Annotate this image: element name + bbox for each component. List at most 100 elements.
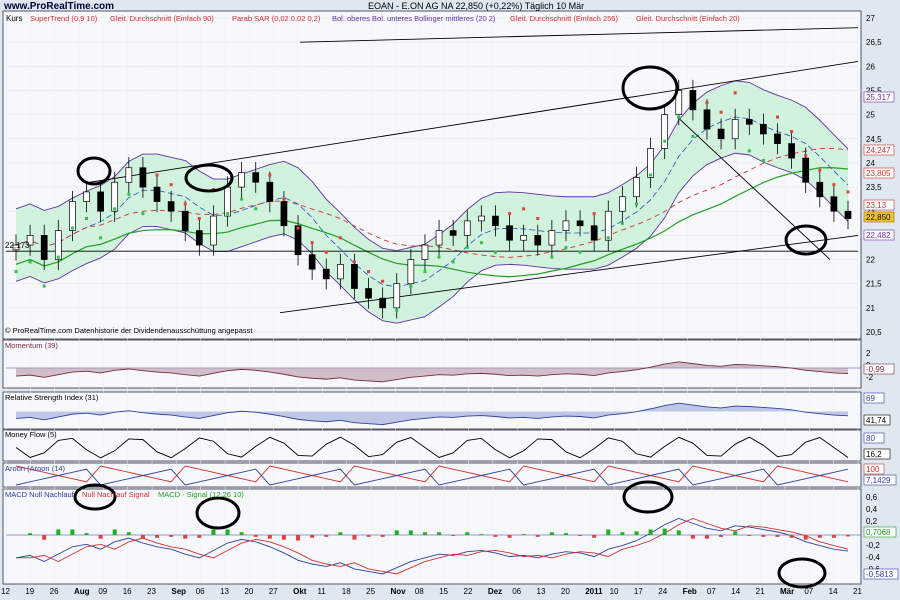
macd-hist-bar xyxy=(493,535,498,537)
macd-hist-bar xyxy=(253,535,258,537)
sar-dot xyxy=(564,245,568,249)
macd-hist-bar xyxy=(352,535,357,540)
macd-hist-bar xyxy=(634,531,639,535)
macd-hist-bar xyxy=(578,535,583,536)
macd-hist-bar xyxy=(719,535,724,537)
brand-label: www.ProRealTime.com xyxy=(3,1,114,12)
time-tick-label: 09 xyxy=(98,587,107,596)
price-tick-label: 27 xyxy=(866,14,875,23)
price-tick-label: 26 xyxy=(866,62,875,71)
sar-dot xyxy=(592,212,596,216)
legend-psar: Parab SAR (0,02 0,02 0,2) xyxy=(232,14,321,23)
candle-body xyxy=(167,201,175,212)
price-tick-label: 21,5 xyxy=(866,280,882,289)
time-tick-label: 06 xyxy=(196,587,205,596)
macd-hist-bar xyxy=(648,529,653,535)
candle-body xyxy=(421,244,429,260)
macd-hist-bar xyxy=(620,532,625,535)
macd-hist-bar xyxy=(338,532,343,535)
sar-dot xyxy=(536,216,540,220)
momentum-label: Momentum (39) xyxy=(5,341,58,350)
sar-dot xyxy=(663,139,667,143)
macd-hist-bar xyxy=(281,535,286,540)
sar-dot xyxy=(479,241,483,245)
time-tick-label: 13 xyxy=(220,587,229,596)
sar-dot xyxy=(324,250,328,254)
mfi-upper-value: 80 xyxy=(866,434,875,443)
copyright-footer: © ProRealTime.com Datenhistorie der Divi… xyxy=(5,326,253,335)
macd-hist-bar xyxy=(310,535,315,538)
macd-hist-bar xyxy=(98,535,103,539)
macd-hist-bar xyxy=(84,533,89,535)
candle-body xyxy=(393,283,401,309)
macd-hist-bar xyxy=(211,529,216,535)
candle-body xyxy=(774,133,781,144)
time-tick-label: 26 xyxy=(50,587,59,596)
candle-body xyxy=(181,210,189,231)
macd-hist-bar xyxy=(70,529,75,535)
candle-body xyxy=(139,167,147,188)
macd-hist-bar xyxy=(733,531,738,535)
sar-dot xyxy=(620,221,624,225)
time-tick-label: 14 xyxy=(829,587,838,596)
macd-label: MACD Null Nachlauf xyxy=(5,490,75,499)
sar-dot xyxy=(437,255,441,259)
price-tick-label: 25 xyxy=(866,111,875,120)
aroon-up-value: 100 xyxy=(866,465,880,474)
sar-dot xyxy=(113,207,117,211)
macd-tick-label: 0,2 xyxy=(866,517,878,526)
candle-body xyxy=(830,196,838,212)
aroon-down-value: 7,1429 xyxy=(866,476,891,485)
sar-dot xyxy=(733,91,737,95)
time-tick-label: 10 xyxy=(610,587,619,596)
candle-body xyxy=(661,114,669,149)
macd-hist-bar xyxy=(422,532,427,535)
macd-hist-bar xyxy=(28,533,33,535)
time-tick-label: 07 xyxy=(707,587,716,596)
sar-dot xyxy=(790,130,794,134)
price-tick-label: 22 xyxy=(866,256,875,265)
time-tick-label: 18 xyxy=(342,587,351,596)
macd-hist-bar xyxy=(549,532,554,535)
time-tick-label: 07 xyxy=(804,587,813,596)
sar-dot xyxy=(99,236,103,240)
candle-body xyxy=(463,220,471,236)
macd-hist-bar xyxy=(507,535,512,538)
sar-dot xyxy=(649,173,653,177)
time-tick-label: Dez xyxy=(488,587,502,596)
candle-body xyxy=(506,225,513,241)
macd-panel xyxy=(2,488,862,585)
sar-dot xyxy=(127,192,131,196)
time-tick-label: 24 xyxy=(658,587,667,596)
candle-body xyxy=(647,148,654,178)
legend-sma90: Gleit. Durchschnitt (Einfach 90) xyxy=(110,14,214,23)
momentum-panel xyxy=(2,339,862,389)
macd-hist-bar xyxy=(394,530,399,535)
macd-hist-bar xyxy=(451,535,456,536)
sar-dot xyxy=(14,270,18,274)
tag-boll-lower: 22,482 xyxy=(866,231,891,240)
time-tick-label: 27 xyxy=(269,587,278,596)
sar-dot xyxy=(677,115,681,119)
time-tick-label: 20 xyxy=(244,587,253,596)
sar-dot xyxy=(282,197,286,201)
time-tick-label: Nov xyxy=(390,587,406,596)
sar-dot xyxy=(719,110,723,114)
macd-hist-bar xyxy=(225,529,230,535)
sar-dot xyxy=(381,279,385,283)
macd-hist-label: MACD - Signal (12 26 10) xyxy=(158,490,244,499)
candle-body xyxy=(562,220,570,231)
candle-body xyxy=(534,235,542,246)
macd-hist-bar xyxy=(563,533,568,535)
macd-hist-bar xyxy=(761,535,766,537)
time-tick-label: Okt xyxy=(293,587,307,596)
time-tick-label: 06 xyxy=(512,587,521,596)
sar-dot xyxy=(832,183,836,187)
macd-hist-bar xyxy=(676,530,681,535)
sar-dot xyxy=(818,168,822,172)
candle-body xyxy=(492,215,499,227)
sar-dot xyxy=(85,216,89,220)
sar-dot xyxy=(423,270,427,274)
sar-dot xyxy=(155,173,159,177)
time-tick-label: 15 xyxy=(439,587,448,596)
